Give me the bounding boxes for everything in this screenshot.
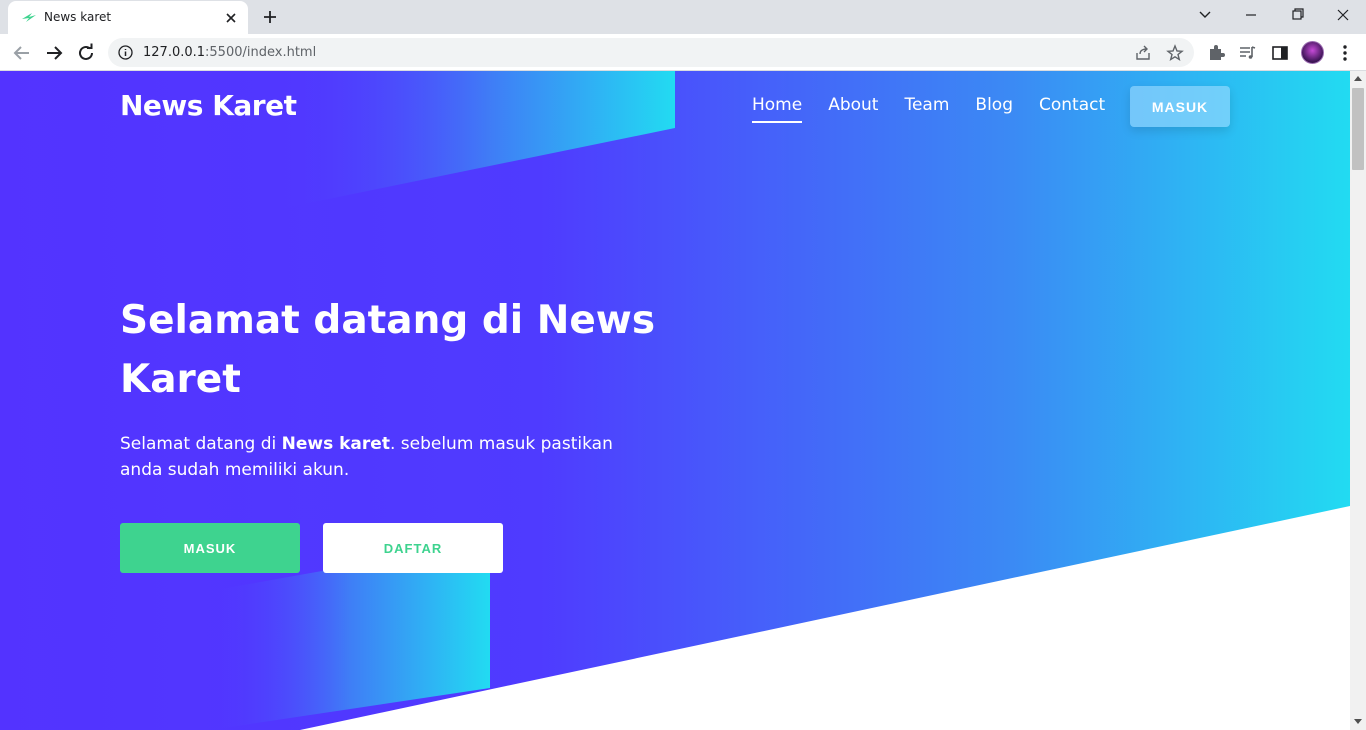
- close-window-icon[interactable]: [1328, 4, 1358, 26]
- media-control-icon[interactable]: [1237, 43, 1257, 63]
- new-tab-icon[interactable]: [260, 7, 280, 27]
- hero-brand-name: News karet: [281, 434, 390, 454]
- scroll-up-arrow-icon[interactable]: [1354, 75, 1362, 81]
- daftar-button[interactable]: DAFTAR: [323, 523, 503, 573]
- more-menu-icon[interactable]: [1336, 43, 1354, 63]
- scroll-down-arrow-icon[interactable]: [1354, 719, 1362, 725]
- tab-search-icon[interactable]: [1190, 4, 1220, 26]
- hero-title: Selamat datang di News Karet: [120, 298, 656, 402]
- side-panel-icon[interactable]: [1270, 43, 1290, 63]
- site-favicon-icon: [22, 13, 36, 22]
- nav-blog[interactable]: Blog: [975, 95, 1013, 123]
- page-scrollbar[interactable]: [1350, 71, 1366, 730]
- site-logo[interactable]: News Karet: [120, 89, 297, 122]
- share-icon[interactable]: [1134, 44, 1152, 62]
- browser-toolbar: 127.0.0.1:5500/index.html: [0, 34, 1366, 71]
- nav-contact[interactable]: Contact: [1039, 95, 1105, 123]
- scroll-thumb[interactable]: [1352, 88, 1364, 170]
- nav-about[interactable]: About: [828, 95, 878, 123]
- back-arrow-icon[interactable]: [10, 41, 34, 65]
- close-tab-icon[interactable]: [222, 9, 240, 27]
- profile-avatar[interactable]: [1301, 41, 1324, 64]
- nav-team[interactable]: Team: [904, 95, 949, 123]
- forward-arrow-icon[interactable]: [42, 41, 66, 65]
- address-bar[interactable]: 127.0.0.1:5500/index.html: [108, 38, 1194, 67]
- hero-description: Selamat datang di News karet. sebelum ma…: [120, 434, 613, 480]
- browser-tab-bar: News karet: [0, 0, 1366, 34]
- reload-icon[interactable]: [74, 41, 98, 65]
- header-masuk-button[interactable]: MASUK: [1130, 86, 1230, 127]
- masuk-button[interactable]: MASUK: [120, 523, 300, 573]
- minimize-icon[interactable]: [1236, 4, 1266, 26]
- tab-title: News karet: [44, 10, 112, 24]
- bookmark-star-icon[interactable]: [1166, 44, 1184, 62]
- main-nav: Home About Team Blog Contact: [752, 95, 1105, 123]
- nav-home[interactable]: Home: [752, 95, 803, 123]
- url-text: 127.0.0.1:5500/index.html: [143, 45, 317, 60]
- browser-tab[interactable]: News karet: [8, 1, 248, 34]
- restore-icon[interactable]: [1282, 4, 1312, 26]
- extensions-puzzle-icon[interactable]: [1206, 43, 1226, 63]
- site-info-icon[interactable]: [118, 45, 133, 60]
- page-viewport: News Karet Home About Team Blog Contact …: [0, 71, 1350, 730]
